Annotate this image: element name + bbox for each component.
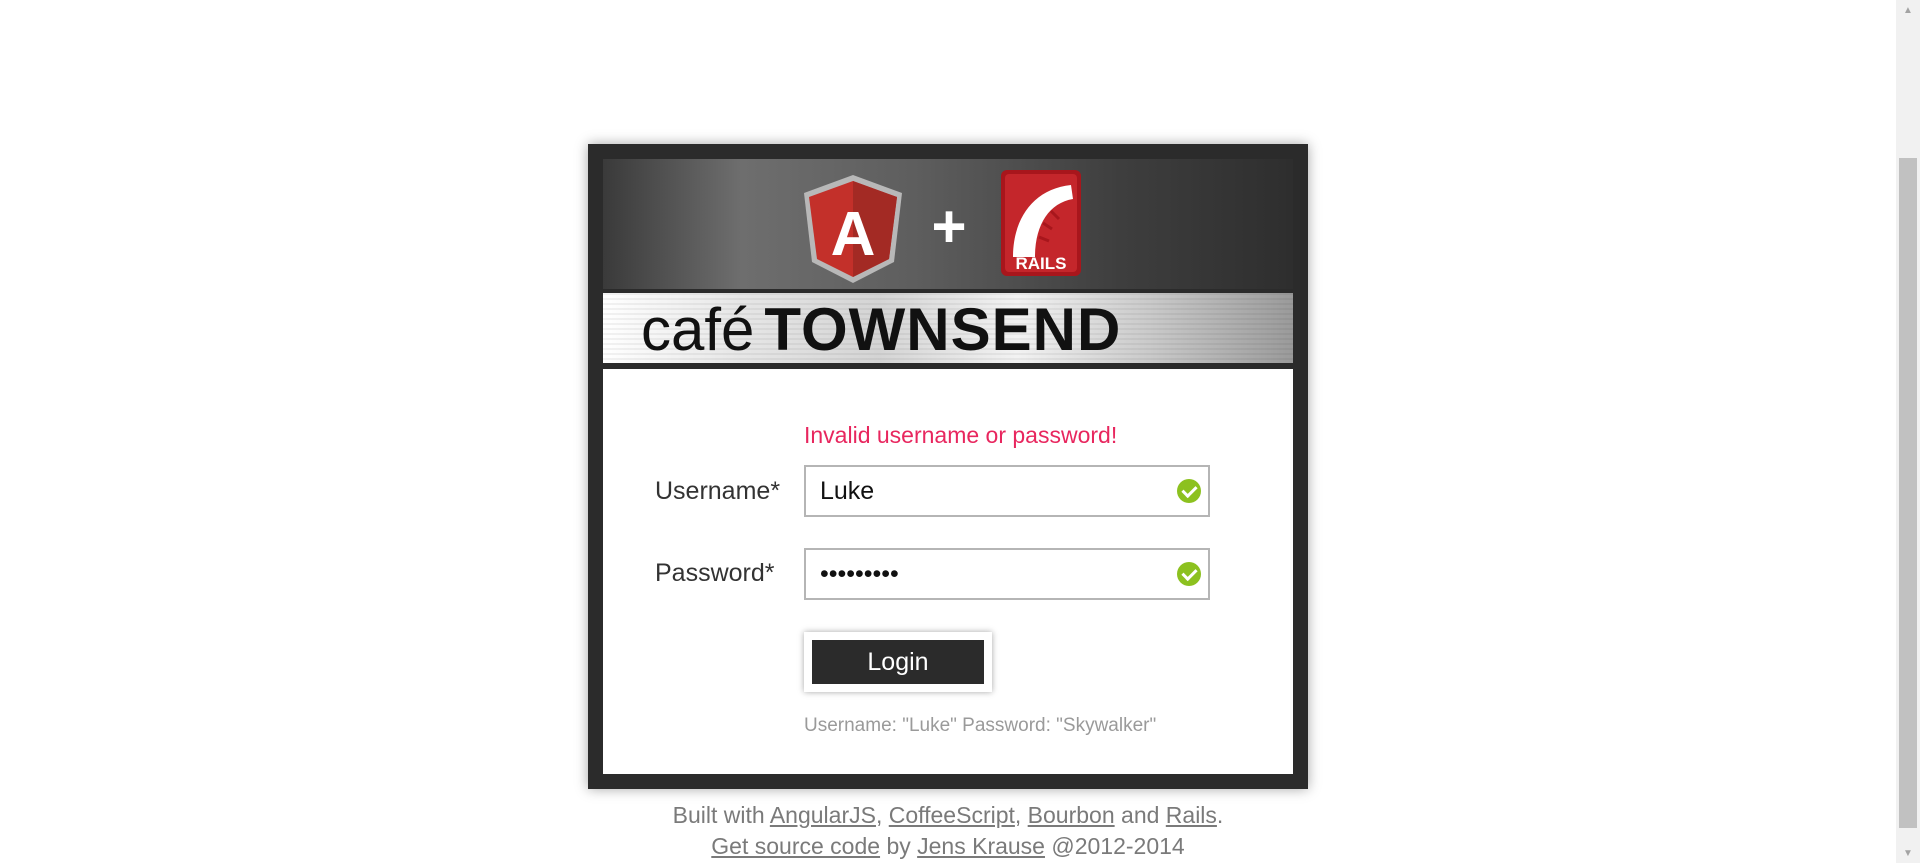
cafe-townsend-banner: café TOWNSEND xyxy=(603,293,1293,363)
angular-logo-letter: A xyxy=(831,200,876,269)
login-form: Invalid username or password! Username* … xyxy=(603,369,1293,774)
username-label: Username* xyxy=(655,477,781,505)
link-rails[interactable]: Rails xyxy=(1166,802,1217,828)
link-get-source-code[interactable]: Get source code xyxy=(711,833,880,859)
rails-logo-text: RAILS xyxy=(1016,254,1067,273)
scroll-up-icon[interactable]: ▲ xyxy=(1896,2,1920,20)
plus-symbol: + xyxy=(931,193,966,260)
login-button-frame: Login xyxy=(804,632,992,692)
password-input[interactable] xyxy=(820,550,1150,598)
check-icon xyxy=(1177,562,1201,586)
password-field-wrapper xyxy=(804,548,1210,600)
check-icon xyxy=(1177,479,1201,503)
link-jens-krause[interactable]: Jens Krause xyxy=(917,833,1045,859)
credentials-hint: Username: "Luke" Password: "Skywalker" xyxy=(804,715,1157,736)
footer-built-with: Built with AngularJS, CoffeeScript, Bour… xyxy=(672,802,1224,828)
username-field-wrapper xyxy=(804,465,1210,517)
banner-townsend-text: TOWNSEND xyxy=(764,296,1122,363)
header-logos: A + RAILS xyxy=(804,170,1081,283)
error-message: Invalid username or password! xyxy=(804,422,1118,448)
scroll-down-icon[interactable]: ▼ xyxy=(1896,845,1920,863)
link-bourbon[interactable]: Bourbon xyxy=(1028,802,1115,828)
login-button[interactable]: Login xyxy=(812,640,984,684)
app-header: A + RAILS xyxy=(603,159,1293,289)
link-angularjs[interactable]: AngularJS xyxy=(770,802,876,828)
username-input[interactable] xyxy=(820,467,1150,515)
login-card: A + RAILS café TOWNSEND Invalid username … xyxy=(588,144,1308,789)
banner-cafe-text: café xyxy=(641,296,755,363)
password-label: Password* xyxy=(655,559,775,587)
link-coffeescript[interactable]: CoffeeScript xyxy=(889,802,1015,828)
footer-source: Get source code by Jens Krause @2012-201… xyxy=(711,833,1185,859)
page-scrollbar[interactable]: ▲ ▼ xyxy=(1896,0,1920,863)
scroll-thumb[interactable] xyxy=(1899,158,1917,828)
angular-logo-icon: A xyxy=(804,175,902,283)
rails-logo-icon: RAILS xyxy=(1001,170,1081,276)
